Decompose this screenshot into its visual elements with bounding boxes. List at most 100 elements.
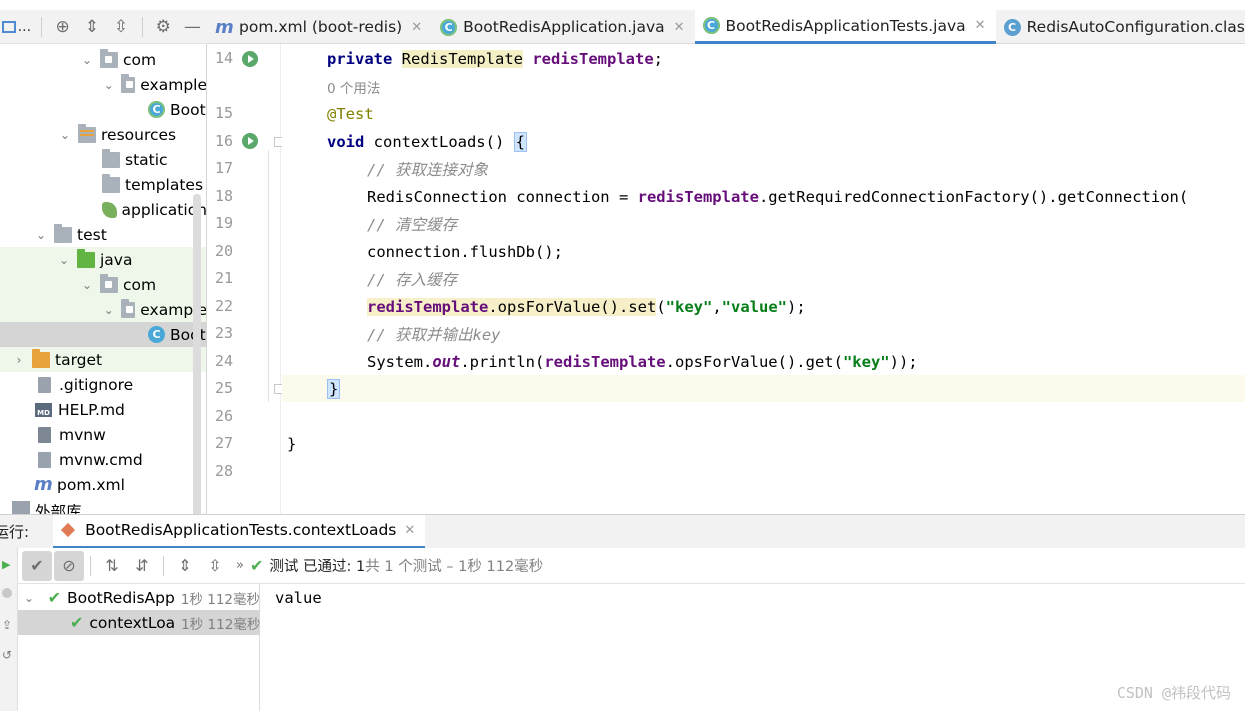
tree-node-label: pom.xml [57, 475, 125, 494]
tree-node-test[interactable]: ⌄ test [0, 222, 206, 247]
hide-panel-icon[interactable]: — [178, 13, 207, 41]
project-tree: ⌄ com ⌄ example C Boot ⌄ resources stati… [0, 44, 207, 514]
chevron-down-icon[interactable]: ⌄ [34, 228, 48, 242]
line-number: 17 [214, 159, 233, 177]
tree-node-resources[interactable]: ⌄ resources [0, 122, 206, 147]
code-text: .opsForValue().set [488, 297, 657, 316]
close-icon[interactable]: ✕ [411, 20, 422, 35]
tree-node-mvnw[interactable]: mvnw [0, 422, 206, 447]
comment: // 清空缓存 [367, 215, 457, 234]
chevron-down-icon[interactable]: ⌄ [80, 278, 94, 292]
tree-node-com-test[interactable]: ⌄ com [0, 272, 206, 297]
tree-node-help-md[interactable]: MD HELP.md [0, 397, 206, 422]
chevron-down-icon[interactable]: ⌄ [57, 253, 71, 267]
tab-boot-redis-application[interactable]: C BootRedisApplication.java ✕ [432, 10, 694, 44]
tree-node-mvnw-cmd[interactable]: mvnw.cmd [0, 447, 206, 472]
show-ignored-icon[interactable]: ⊘ [54, 550, 84, 581]
tree-node-gitignore[interactable]: .gitignore [0, 372, 206, 397]
line-number: 26 [214, 407, 233, 425]
test-sources-folder-icon [77, 248, 95, 268]
gear-icon[interactable]: ⚙ [149, 13, 178, 41]
close-icon[interactable]: ✕ [404, 523, 415, 538]
watermark: CSDN @祎段代码 [1116, 684, 1231, 702]
expand-all-icon[interactable]: ⇕ [77, 13, 106, 41]
tab-pom-xml[interactable]: m pom.xml (boot-redis) ✕ [207, 10, 432, 44]
rerun-icon[interactable]: ▶ [2, 558, 10, 571]
sort-by-duration-icon[interactable]: ⇵ [127, 551, 157, 581]
line-number: 27 [214, 434, 233, 452]
close-icon[interactable]: ✕ [975, 18, 986, 33]
close-icon[interactable]: ✕ [674, 20, 685, 35]
field-name: redisTemplate [367, 297, 489, 316]
sort-alphabetically-icon[interactable]: ⇅ [97, 551, 127, 581]
matched-brace: } [327, 378, 341, 399]
tab-redis-auto-configuration[interactable]: C RedisAutoConfiguration.class [996, 10, 1245, 44]
tab-label: BootRedisApplication.java [463, 18, 665, 36]
tree-node-label: mvnw [59, 425, 106, 444]
test-suite-row[interactable]: ⌄ ✔ BootRedisApp 1秒 112毫秒 [18, 585, 260, 610]
tree-node-example-test[interactable]: ⌄ example [0, 297, 206, 322]
tree-node-target[interactable]: › target [0, 347, 206, 372]
tree-node-external-libs[interactable]: 外部库 [0, 497, 206, 514]
chevron-down-icon[interactable]: ⌄ [24, 591, 38, 605]
folder-icon [102, 173, 120, 193]
stop-icon[interactable] [2, 588, 12, 598]
console-output[interactable]: value CSDN @祎段代码 [260, 584, 1245, 711]
chevron-down-icon[interactable]: ⌄ [58, 128, 72, 142]
comment: // 存入缓存 [367, 270, 457, 289]
chevron-down-icon[interactable]: ⌄ [103, 303, 115, 317]
run-test-icon[interactable] [242, 133, 258, 149]
more-actions-icon[interactable]: » [230, 551, 250, 581]
tree-node-static[interactable]: static [0, 147, 206, 172]
tree-node-label: java [100, 250, 133, 269]
usage-hint[interactable]: 0 个用法 [327, 77, 380, 97]
code-line-15: @Test [282, 100, 1245, 127]
editor-gutter: 14 15 16 17 18 19 20 21 22 23 24 25 26 2… [207, 44, 284, 514]
show-passed-icon[interactable]: ✔ [22, 550, 52, 581]
toolbar-separator [41, 16, 43, 37]
tab-boot-redis-application-tests[interactable]: C BootRedisApplicationTests.java ✕ [694, 10, 996, 44]
test-case-row[interactable]: ✔ contextLoa 1秒 112毫秒 [18, 610, 260, 635]
tree-node-pom-xml[interactable]: m pom.xml [0, 472, 206, 497]
line-number: 24 [214, 352, 233, 370]
chevron-right-icon[interactable]: › [12, 353, 26, 367]
tree-node-label: HELP.md [58, 400, 125, 419]
tree-node-example[interactable]: ⌄ example [0, 72, 206, 97]
code-text: } [287, 434, 297, 453]
test-status: 测试 已通过: 1共 1 个测试 – 1秒 112毫秒 [269, 555, 543, 576]
line-number: 28 [214, 462, 233, 480]
chevron-down-icon[interactable]: ⌄ [80, 53, 94, 67]
select-opened-file-icon[interactable]: ⊕ [48, 13, 77, 41]
code-line-22: redisTemplate.opsForValue().set("key", "v… [282, 293, 1245, 320]
collapse-all-icon[interactable]: ⇳ [200, 551, 230, 581]
excluded-folder-icon [32, 348, 50, 368]
package-folder-icon [120, 298, 136, 318]
chevron-down-icon[interactable]: ⌄ [103, 78, 115, 92]
tree-node-boot-tests[interactable]: C Boot [0, 322, 206, 347]
tree-node-label: static [125, 150, 168, 169]
code-editor[interactable]: private RedisTemplate redisTemplate; 0 个… [282, 44, 1245, 514]
history-icon[interactable]: ↺ [2, 648, 12, 662]
run-config-tab[interactable]: BootRedisApplicationTests.contextLoads ✕ [53, 514, 426, 549]
gitignore-file-icon [38, 376, 51, 393]
line-number: 23 [214, 324, 233, 342]
bean-navigation-icon[interactable] [242, 51, 258, 67]
expand-all-icon[interactable]: ⇕ [170, 551, 200, 581]
usage-hint-line: 0 个用法 [282, 73, 1245, 100]
tree-node-application[interactable]: application [0, 197, 206, 222]
tree-node-boot-app[interactable]: C Boot [0, 97, 206, 122]
project-view-dropdown[interactable]: ... [18, 19, 31, 35]
test-case-name: contextLoa [89, 613, 176, 632]
tree-node-com[interactable]: ⌄ com [0, 47, 206, 72]
tree-node-java[interactable]: ⌄ java [0, 247, 206, 272]
tree-node-templates[interactable]: templates [0, 172, 206, 197]
collapse-all-icon[interactable]: ⇳ [106, 13, 135, 41]
resources-folder-icon [78, 123, 96, 143]
project-view-icon[interactable] [2, 20, 16, 33]
tree-node-label: .gitignore [59, 375, 134, 394]
project-scrollbar[interactable] [193, 194, 201, 514]
export-icon[interactable]: ⇪ [2, 618, 12, 632]
spring-class-icon: C [440, 18, 458, 36]
